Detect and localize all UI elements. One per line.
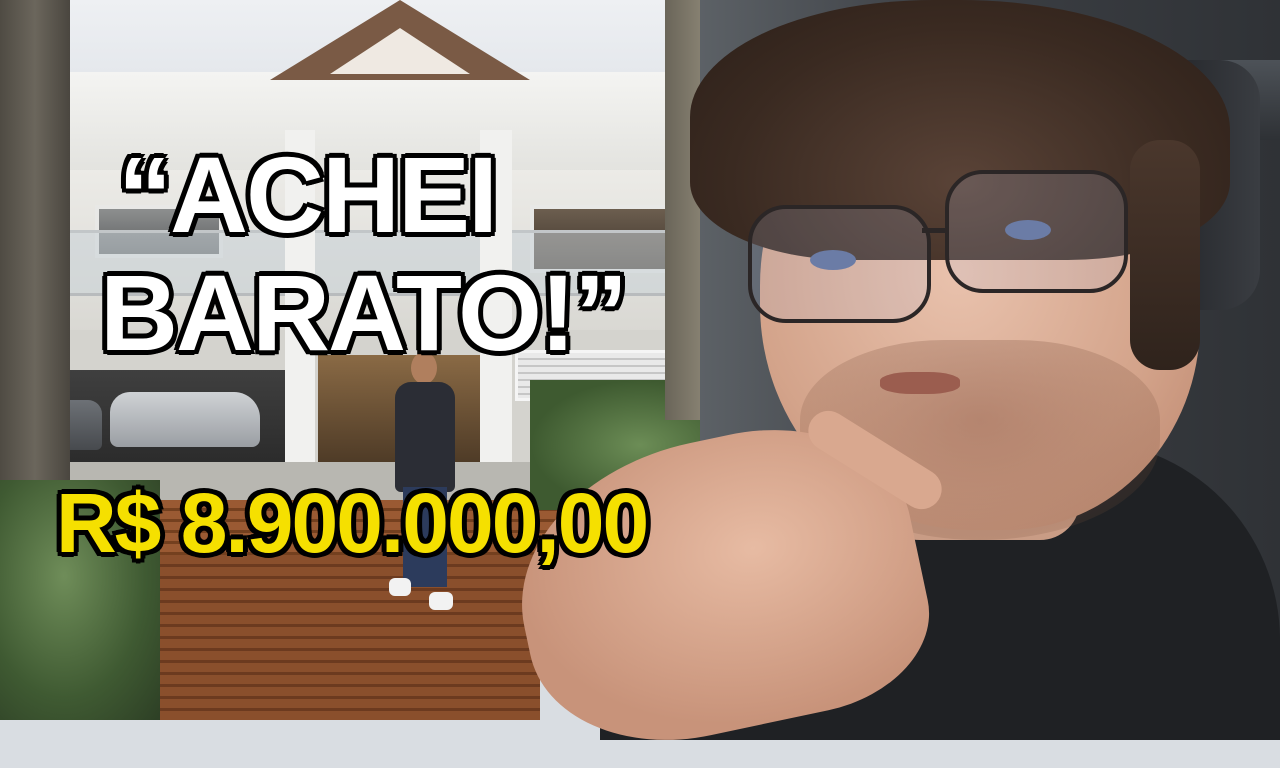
streamer-mouth: [880, 372, 960, 394]
streamer-hair-side: [1130, 140, 1200, 370]
house-gable: [330, 28, 470, 74]
presenter-shoe-right: [429, 592, 453, 610]
glasses-lens-left: [748, 205, 931, 323]
thumbnail-scene: “ACHEI BARATO!” R$ 8.900.000,00: [0, 0, 1280, 768]
presenter-shoe-left: [389, 578, 411, 596]
quote-caption-line2: BARATO!”: [100, 252, 628, 373]
glasses-bridge: [922, 228, 948, 233]
price-caption: R$ 8.900.000,00: [56, 476, 649, 570]
parked-car-silver: [110, 392, 260, 447]
glasses-lens-right: [945, 170, 1128, 293]
quote-caption-line1: “ACHEI: [118, 134, 498, 255]
